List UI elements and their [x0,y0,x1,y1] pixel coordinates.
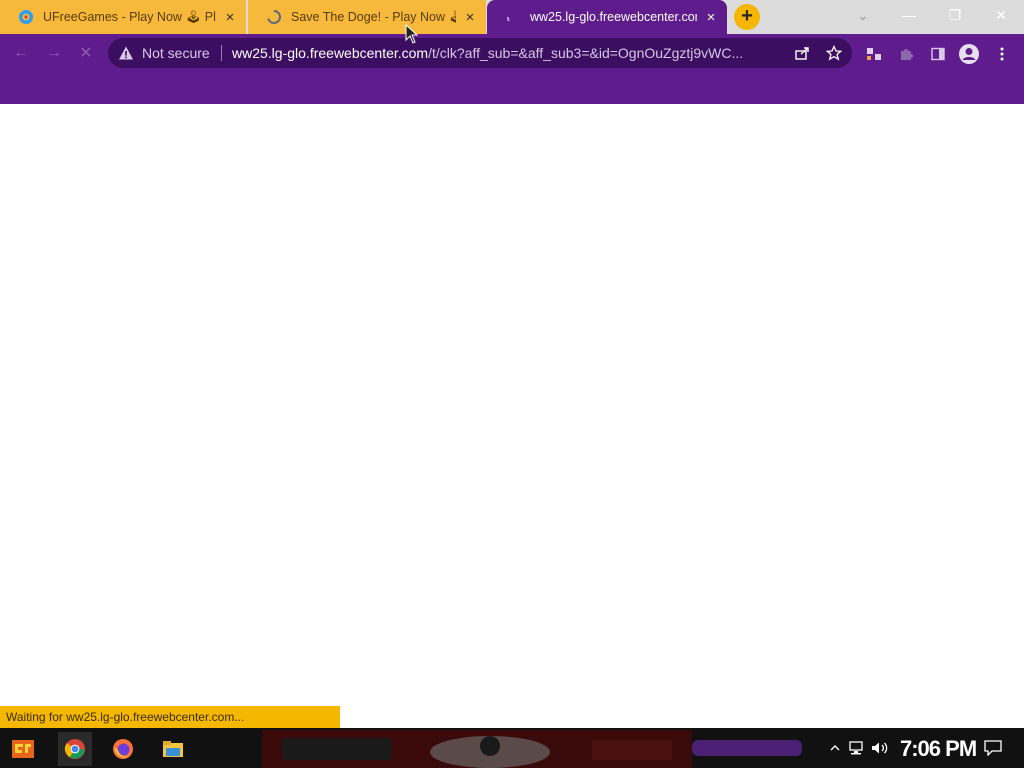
notifications-icon[interactable] [984,740,1002,757]
warning-triangle-icon[interactable] [118,45,134,61]
chrome-taskbar-icon[interactable] [58,732,92,766]
url-path: /t/clk?aff_sub=&aff_sub3=&id=OgnOuZgztj9… [428,45,744,61]
tab-strip: UFreeGames - Play Now 🕹 Play × Save The … [0,0,1024,34]
kebab-menu-icon[interactable] [991,43,1013,65]
stop-button[interactable]: ✕ [73,41,99,65]
loading-spinner-icon [266,9,282,25]
forward-button[interactable]: → [41,41,67,65]
restore-button[interactable]: ❐ [932,0,978,30]
file-explorer-taskbar-icon[interactable] [156,732,190,766]
url-host: ww25.lg-glo.freewebcenter.com [232,45,429,61]
extension-app-icon[interactable] [863,43,885,65]
tab-freewebcenter-active[interactable]: ww25.lg-glo.freewebcenter.com × [487,0,727,34]
taskbar-decoration [692,740,802,756]
omnibox-divider [221,45,222,61]
loading-status-bubble: Waiting for ww25.lg-glo.freewebcenter.co… [0,706,340,728]
mouse-cursor-icon [405,24,419,44]
tab-search-icon[interactable]: ⌄ [840,0,886,30]
new-tab-button[interactable]: + [734,4,760,30]
browser-toolbar: ← → ✕ Not secure ww25.lg-glo.freewebcent… [0,34,1024,72]
puzzle-icon[interactable] [895,43,917,65]
minimize-button[interactable]: — [886,0,932,30]
tab-title: Save The Doge! - Play Now 🕹 [291,9,456,24]
url-text[interactable]: ww25.lg-glo.freewebcenter.com/t/clk?aff_… [232,45,788,61]
address-bar[interactable]: Not secure ww25.lg-glo.freewebcenter.com… [108,38,852,68]
close-window-button[interactable]: ✕ [978,0,1024,30]
star-icon[interactable] [824,43,844,63]
tab-close-icon[interactable]: × [222,9,238,25]
account-icon[interactable] [958,43,980,65]
firefox-taskbar-icon[interactable] [106,732,140,766]
loading-spinner-icon [505,9,521,25]
page-header-band [0,72,1024,104]
tab-title: UFreeGames - Play Now 🕹 Play [43,9,216,24]
taskbar-clock[interactable]: 7:06 PM [900,736,977,762]
tab-close-icon[interactable]: × [462,9,478,25]
taskbar: 7:06 PM [0,728,1024,768]
security-status-label[interactable]: Not secure [142,45,210,61]
back-button[interactable]: ← [8,41,34,65]
start-button[interactable] [6,732,40,766]
tab-title: ww25.lg-glo.freewebcenter.com [530,10,697,24]
taskbar-preview-thumbnail[interactable] [262,730,692,768]
chevron-up-icon[interactable] [826,740,844,756]
volume-icon[interactable] [871,740,889,756]
tab-close-icon[interactable]: × [703,9,719,25]
tab-save-the-doge[interactable]: Save The Doge! - Play Now 🕹 × [248,0,486,34]
tab-ufreegames[interactable]: UFreeGames - Play Now 🕹 Play × [0,0,246,34]
share-icon[interactable] [792,43,812,63]
network-icon[interactable] [847,740,865,756]
side-panel-icon[interactable] [927,43,949,65]
ufreegames-logo-icon [18,9,34,25]
